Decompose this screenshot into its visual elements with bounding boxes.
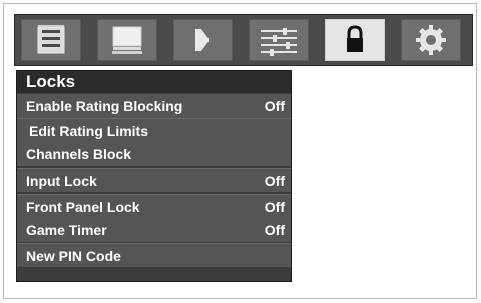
audio-icon [185,23,221,57]
menu-item-edit-rating-limits[interactable]: Edit Rating Limits [17,118,291,142]
menu-item-label: Front Panel Lock [26,199,140,215]
menu-item-value: Off [264,98,285,114]
menu-item-label: Input Lock [26,173,97,189]
tab-audio[interactable] [173,19,233,61]
menu-item-value: Off [264,199,285,215]
top-icon-bar [14,14,473,66]
menu-item-label: Channels Block [26,146,132,162]
menu-item-label: Edit Rating Limits [29,123,148,139]
tab-display[interactable] [97,19,157,61]
menu-item-value: Off [264,222,285,238]
equalizer-icon [256,23,302,57]
tab-settings-adjust[interactable] [249,19,309,61]
lock-icon [338,23,372,57]
menu-item-input-lock[interactable]: Input Lock Off [17,168,291,192]
menu-item-label: Enable Rating Blocking [26,98,183,114]
tab-picture[interactable] [21,19,81,61]
menu-item-channels-block[interactable]: Channels Block [17,142,291,166]
menu-item-new-pin-code[interactable]: New PIN Code [17,243,291,267]
display-icon [107,23,147,57]
menu-item-game-timer[interactable]: Game Timer Off [17,218,291,242]
gear-icon [413,22,449,58]
menu-item-value: Off [264,173,285,189]
window-frame: Locks Enable Rating Blocking Off Edit Ra… [3,3,477,299]
menu-item-label: New PIN Code [26,248,121,264]
menu-item-front-panel-lock[interactable]: Front Panel Lock Off [17,194,291,218]
locks-menu-panel: Locks Enable Rating Blocking Off Edit Ra… [16,70,292,282]
menu-title: Locks [17,71,291,93]
picture-settings-icon [33,24,69,56]
menu-item-enable-rating-blocking[interactable]: Enable Rating Blocking Off [17,94,291,118]
tab-setup[interactable] [401,19,461,61]
tab-locks[interactable] [325,19,385,61]
menu-item-label: Game Timer [26,222,107,238]
